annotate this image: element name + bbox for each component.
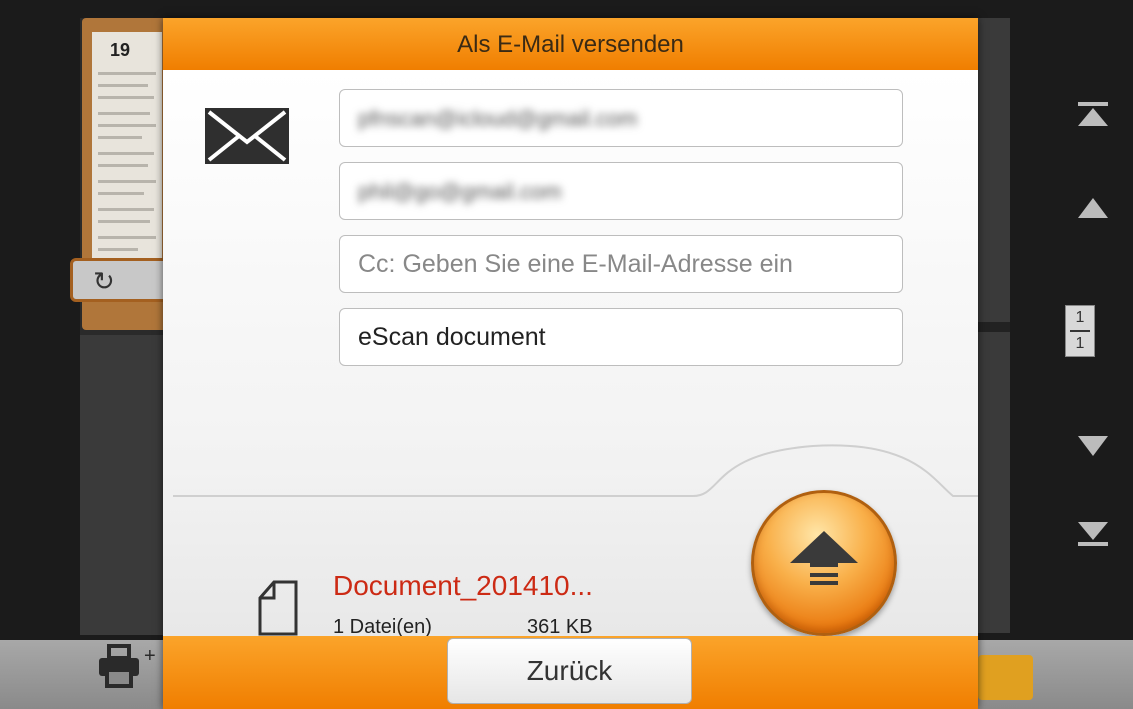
from-email-field[interactable]: phil@go@gmail.com	[339, 162, 903, 220]
page-indicator: 1 1	[1065, 305, 1095, 357]
file-name: Document_201410...	[333, 570, 593, 601]
dialog-body: pfnscan@icloud@gmail.com phil@go@gmail.c…	[163, 70, 978, 638]
mail-icon	[205, 108, 289, 169]
dialog-title: Als E-Mail versenden	[163, 18, 978, 70]
back-button[interactable]: Zurück	[447, 638, 692, 704]
add-icon: +	[144, 645, 156, 667]
send-button[interactable]	[751, 490, 897, 636]
file-icon	[258, 580, 298, 641]
send-email-dialog: Als E-Mail versenden pfnscan@icloud@gmai…	[163, 18, 978, 709]
thumbnail-toolbar: ↻	[70, 258, 170, 302]
document-thumbnail-2	[80, 335, 170, 635]
subject-field[interactable]: eScan document	[339, 308, 903, 366]
first-page-icon[interactable]	[1076, 100, 1110, 137]
cc-email-field[interactable]: Cc: Geben Sie eine E-Mail-Adresse ein	[339, 235, 903, 293]
printer-icon[interactable]	[90, 640, 150, 700]
last-page-icon[interactable]	[1076, 518, 1110, 555]
next-page-icon[interactable]	[1076, 434, 1110, 465]
to-email-field[interactable]: pfnscan@icloud@gmail.com	[339, 89, 903, 147]
document-page-preview: 19	[92, 32, 162, 267]
dialog-footer: Zurück	[163, 636, 978, 709]
document-thumbnail[interactable]: 19 ↻	[70, 18, 172, 330]
previous-page-icon[interactable]	[1076, 196, 1110, 227]
rotate-icon[interactable]: ↻	[93, 267, 115, 295]
bottom-action-button[interactable]	[978, 655, 1033, 700]
upload-arrow-icon	[790, 531, 858, 585]
page-number: 19	[110, 40, 131, 60]
